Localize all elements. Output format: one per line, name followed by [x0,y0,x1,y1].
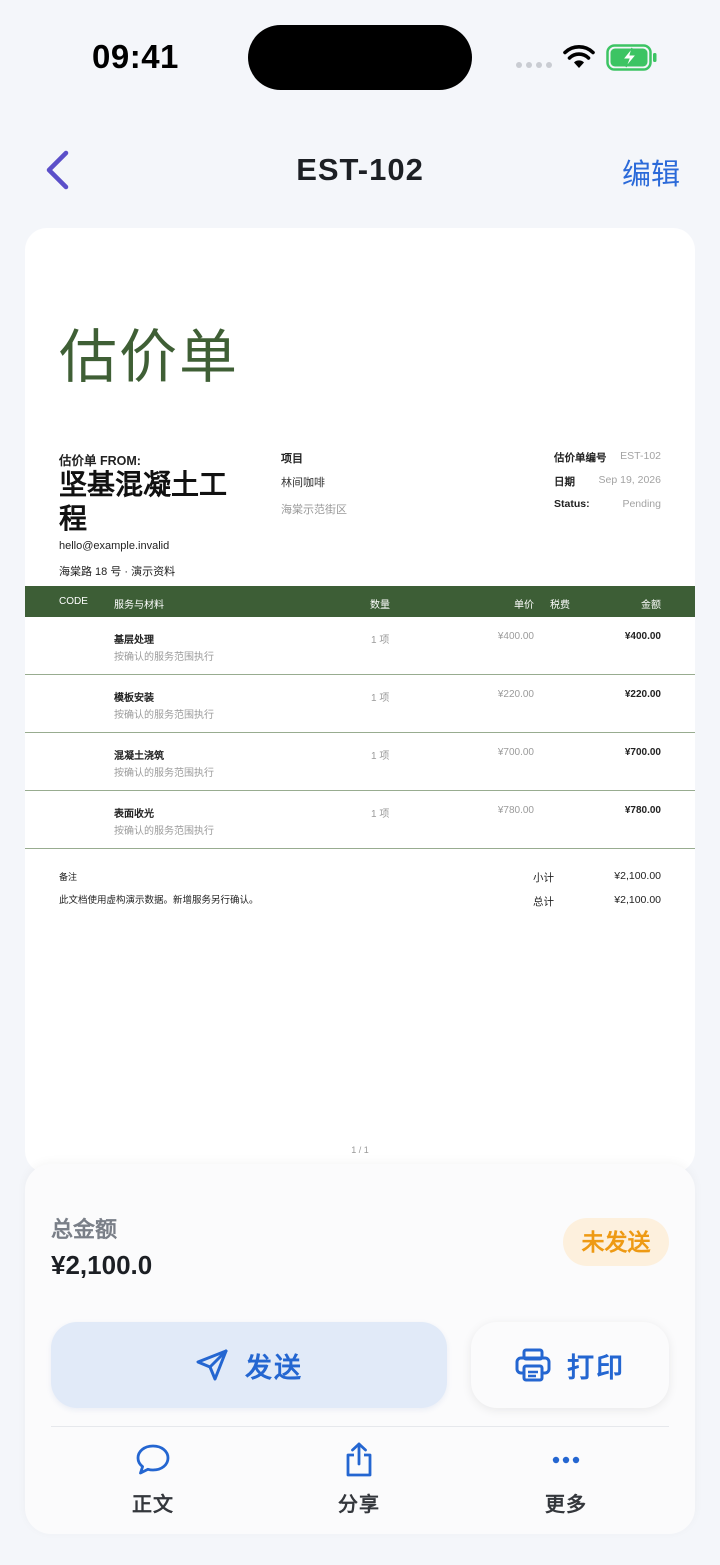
grand-total-label: 总计 [533,896,554,908]
dynamic-island [248,25,472,90]
status-bar: 09:41 [0,0,720,110]
document-heading: 估价单 [59,325,240,390]
sheet-divider [51,1426,669,1427]
header-unit-price: 单价 [514,600,534,611]
tab-more[interactable]: 更多 [506,1442,626,1517]
total-amount-value: ¥2,100.0 [51,1250,153,1280]
print-button-label: 打印 [567,1352,625,1383]
share-icon [346,1442,372,1477]
meta-key: 估价单编号 [554,452,607,464]
tab-share[interactable]: 分享 [299,1442,419,1517]
item-amount: ¥400.00 [624,631,661,642]
tab-body-text[interactable]: 正文 [93,1442,213,1517]
table-row: 混凝土浇筑 按确认的服务范围执行 1 项 ¥700.00 ¥700.00 [25,733,695,791]
project-address: 海棠示范街区 [281,504,347,516]
item-quantity: 1 项 [371,809,390,820]
header-amount: 金额 [641,600,661,611]
status-badge: 未发送 [563,1218,669,1266]
subtotal-value: ¥2,100.00 [614,870,661,882]
items-table-header: CODE 服务与材料 数量 单价 税费 金额 [25,586,695,617]
meta-key: Status: [554,498,590,510]
table-row: 表面收光 按确认的服务范围执行 1 项 ¥780.00 ¥780.00 [25,791,695,849]
page-indicator: 1 / 1 [351,1145,369,1155]
item-unit-price: ¥700.00 [497,747,534,758]
paper-plane-icon [196,1349,228,1381]
item-unit-price: ¥780.00 [497,805,534,816]
subtotal-label: 小计 [533,872,554,884]
item-name: 表面收光 [114,809,154,820]
from-label: 估价单 FROM: [59,454,141,468]
header-tax: 税费 [550,600,570,611]
company-email: hello@example.invalid [59,540,170,552]
item-amount: ¥780.00 [624,805,661,816]
meta-value: EST-102 [620,450,661,462]
notes-text: 此文档使用虚构演示数据。新增服务另行确认。 [59,895,259,906]
nav-title: EST-102 [296,152,424,187]
item-name: 基层处理 [114,635,154,646]
meta-value: Sep 19, 2026 [598,474,661,486]
item-amount: ¥220.00 [624,689,661,700]
project-label: 项目 [281,453,303,465]
header-code: CODE [59,596,88,607]
item-note: 按确认的服务范围执行 [114,768,214,779]
item-name: 混凝土浇筑 [114,751,164,762]
item-quantity: 1 项 [371,693,390,704]
notes-label: 备注 [59,872,78,882]
tab-label: 正文 [132,1494,174,1516]
table-row: 模板安装 按确认的服务范围执行 1 项 ¥220.00 ¥220.00 [25,675,695,733]
item-note: 按确认的服务范围执行 [114,826,214,837]
tab-label: 分享 [338,1494,380,1516]
printer-icon [515,1348,551,1382]
send-button-label: 发送 [245,1352,303,1383]
wifi-icon [563,45,595,68]
table-row: 基层处理 按确认的服务范围执行 1 项 ¥400.00 ¥400.00 [25,617,695,675]
print-button[interactable]: 打印 [471,1322,669,1408]
estimate-document: 估价单 估价单 FROM: 坚基混凝土工程 hello@example.inva… [25,228,695,1173]
header-quantity: 数量 [370,600,390,611]
item-quantity: 1 项 [371,751,390,762]
action-sheet: 总金额 ¥2,100.0 未发送 发送 打印 正文 分享 更多 [25,1164,695,1534]
item-quantity: 1 项 [371,635,390,646]
company-name: 坚基混凝土工程 [59,469,228,534]
more-dots-icon [552,1456,580,1464]
item-name: 模板安装 [114,693,154,704]
battery-charging-icon [606,44,657,71]
header-description: 服务与材料 [114,600,164,611]
cellular-signal-icon [516,62,552,68]
total-amount-label: 总金额 [51,1217,118,1242]
company-address: 海棠路 18 号 · 演示资料 [59,566,176,578]
edit-button[interactable]: 编辑 [622,151,680,193]
meta-key: 日期 [554,476,575,488]
item-unit-price: ¥220.00 [497,689,534,700]
item-unit-price: ¥400.00 [497,631,534,642]
status-time: 09:41 [92,38,179,75]
item-note: 按确认的服务范围执行 [114,710,214,721]
item-note: 按确认的服务范围执行 [114,652,214,663]
chat-bubble-icon [136,1444,170,1475]
item-amount: ¥700.00 [624,747,661,758]
project-name: 林间咖啡 [281,477,325,489]
tab-label: 更多 [545,1494,587,1516]
meta-value: Pending [622,498,661,510]
grand-total-value: ¥2,100.00 [614,894,661,906]
send-button[interactable]: 发送 [51,1322,447,1408]
